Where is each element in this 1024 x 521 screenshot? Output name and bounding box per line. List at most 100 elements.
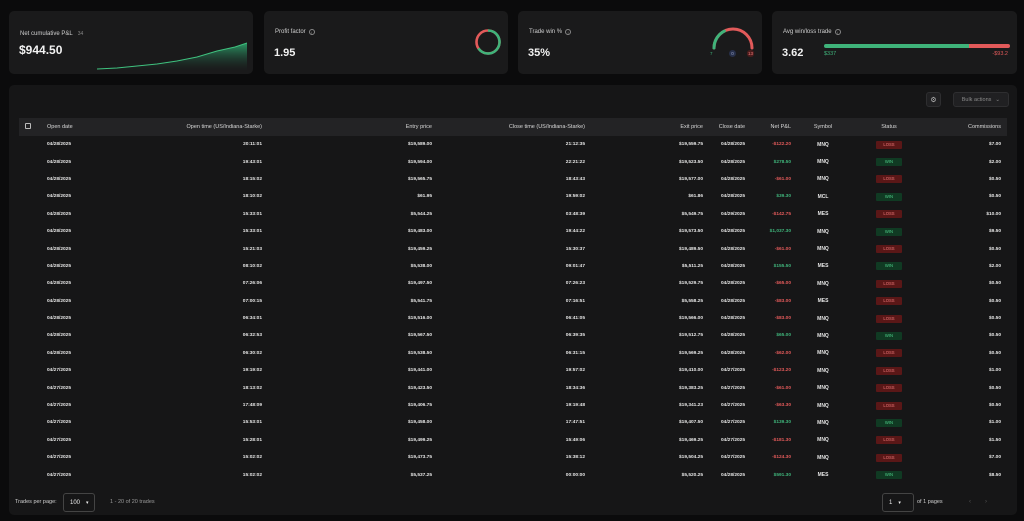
cell-open-date: 04/28/2025 <box>47 211 72 217</box>
cell-net-pnl: -$61.00 <box>774 385 791 391</box>
table-row[interactable]: 04/28/2025 20:11:01 $19,589.00 21:12:35 $19,… <box>19 136 1007 153</box>
column-header-net-pnl[interactable]: Net P&L <box>751 118 797 136</box>
column-header-status[interactable]: Status <box>849 118 929 136</box>
cell-symbol: MNQ <box>817 402 829 409</box>
status-badge: WIN <box>876 227 902 236</box>
table-row[interactable]: 04/28/2025 15:21:03 $19,459.25 15:30:37 $19,… <box>19 240 1007 257</box>
bulk-actions-button[interactable]: Bulk actions ⌄ <box>952 92 1009 107</box>
table-row[interactable]: 04/27/2025 15:02:02 $5,537.25 00:00:00 $5,52… <box>19 466 1007 483</box>
cell-net-pnl: -$181.30 <box>772 437 791 443</box>
table-row[interactable]: 04/27/2025 17:48:09 $19,406.75 19:19:48 $19,… <box>19 397 1007 414</box>
cell-net-pnl: -$122.20 <box>772 142 791 148</box>
cell-status: LOSS <box>849 345 929 362</box>
table-row[interactable]: 04/28/2025 18:15:02 $19,565.75 18:43:43 $19,… <box>19 171 1007 188</box>
row-select-cell <box>19 362 41 379</box>
cell-close-time: 06:31:15 <box>565 350 585 356</box>
cell-symbol: MNQ <box>817 437 829 444</box>
page-select[interactable]: 1 ▾ <box>882 493 914 512</box>
cell-symbol: MNQ <box>817 228 829 235</box>
status-badge: LOSS <box>876 384 902 393</box>
prev-page-icon[interactable]: ‹ <box>969 499 971 505</box>
table-row[interactable]: 04/27/2025 18:13:02 $19,423.50 18:34:36 $19,… <box>19 379 1007 396</box>
profit-factor-label-row: Profit factor i <box>275 29 315 35</box>
net-pnl-label: Net cumulative P&L <box>20 31 73 37</box>
cell-close-time: 18:43:43 <box>565 176 585 182</box>
table-row[interactable]: 04/28/2025 18:10:02 $61.95 19:59:02 $61.86 04… <box>19 188 1007 205</box>
cell-exit-price: $5,558.25 <box>681 298 703 304</box>
cell-open-time: 06:32:53 <box>242 333 262 339</box>
row-select-cell <box>19 153 41 170</box>
column-header-exit-price[interactable]: Exit price <box>591 118 709 136</box>
cell-close-date: 04/28/2025 <box>720 263 745 269</box>
column-header-close-time[interactable]: Close time (US/Indiana-Starke) <box>438 118 591 136</box>
cell-symbol: MNQ <box>817 419 829 426</box>
cell-close-time: 18:34:36 <box>565 385 585 391</box>
cell-symbol: MES <box>817 472 829 479</box>
column-header-symbol[interactable]: Symbol <box>797 118 849 136</box>
cell-status: LOSS <box>849 206 929 223</box>
cell-open-time: 17:48:09 <box>242 403 262 409</box>
chevron-down-icon: ▾ <box>86 499 89 506</box>
table-row[interactable]: 04/27/2025 15:28:01 $19,499.25 15:49:06 $19,… <box>19 432 1007 449</box>
cell-status: LOSS <box>849 275 929 292</box>
cell-close-date: 04/28/2025 <box>720 316 745 322</box>
cell-open-date: 04/27/2025 <box>47 472 72 478</box>
cell-net-pnl: -$65.00 <box>774 281 791 287</box>
cell-status: WIN <box>849 223 929 240</box>
trade-win-label: Trade win % <box>529 29 563 35</box>
table-row[interactable]: 04/28/2025 15:33:01 $5,544.25 03:48:39 $5,54… <box>19 206 1007 223</box>
info-icon[interactable]: i <box>308 29 315 35</box>
table-row[interactable]: 04/28/2025 15:33:01 $19,483.00 19:44:22 $19,… <box>19 223 1007 240</box>
column-header-entry-price[interactable]: Entry price <box>268 118 438 136</box>
cell-close-time: 07:16:51 <box>565 298 585 304</box>
table-row[interactable]: 04/28/2025 06:32:53 $19,567.50 06:39:35 $19,… <box>19 327 1007 344</box>
status-badge: LOSS <box>876 210 902 219</box>
row-select-cell <box>19 258 41 275</box>
cell-commissions: $0.50 <box>988 281 1001 287</box>
profit-factor-card: Profit factor i 1.95 <box>264 11 508 74</box>
table-row[interactable]: 04/28/2025 19:43:01 $19,594.00 22:21:22 $19,… <box>19 153 1007 170</box>
column-header-commissions[interactable]: Commissions <box>929 118 1007 136</box>
column-header-close-date[interactable]: Close date <box>709 118 751 136</box>
table-row[interactable]: 04/28/2025 06:30:02 $19,538.50 06:31:15 $19,… <box>19 345 1007 362</box>
cell-net-pnl: $39.30 <box>776 194 791 200</box>
table-row[interactable]: 04/27/2025 19:19:02 $19,441.00 19:57:02 $19,… <box>19 362 1007 379</box>
table-row[interactable]: 04/27/2025 15:02:02 $19,473.75 15:38:12 $19,… <box>19 449 1007 466</box>
column-header-open-date[interactable]: Open date <box>41 118 111 136</box>
next-page-icon[interactable]: › <box>985 499 987 505</box>
table-row[interactable]: 04/28/2025 06:34:01 $19,516.00 06:41:05 $19,… <box>19 310 1007 327</box>
cell-close-time: 19:59:02 <box>565 194 585 200</box>
cell-close-date: 04/28/2025 <box>720 298 745 304</box>
per-page-select[interactable]: 100 ▾ <box>63 493 95 512</box>
trade-win-value: 35% <box>528 47 551 59</box>
cell-entry-price: $19,538.50 <box>407 350 432 356</box>
table-settings-button[interactable]: ⚙ <box>926 92 941 107</box>
cell-entry-price: $5,538.00 <box>410 263 432 269</box>
avg-win-amount: $337 <box>824 51 837 57</box>
cell-exit-price: $5,549.75 <box>681 211 703 217</box>
table-row[interactable]: 04/28/2025 08:10:02 $5,538.00 09:01:47 $5,51… <box>19 258 1007 275</box>
cell-status: WIN <box>849 188 929 205</box>
table-row[interactable]: 04/28/2025 07:26:06 $19,497.50 07:26:23 $19,… <box>19 275 1007 292</box>
cell-open-time: 08:10:02 <box>242 263 262 269</box>
avg-win-loss-label-row: Avg win/loss trade i <box>783 29 841 35</box>
table-row[interactable]: 04/28/2025 07:00:15 $5,541.75 07:16:51 $5,55… <box>19 293 1007 310</box>
info-icon[interactable]: i <box>565 29 572 35</box>
cell-entry-price: $19,565.75 <box>407 176 432 182</box>
trades-table-body: 04/28/2025 20:11:01 $19,589.00 21:12:35 $19,… <box>19 136 1007 484</box>
cell-close-time: 19:44:22 <box>565 229 585 235</box>
cell-net-pnl: -$63.30 <box>774 403 791 409</box>
cell-close-date: 04/28/2025 <box>720 194 745 200</box>
column-header-open-time[interactable]: Open time (US/Indiana-Starke) <box>111 118 268 136</box>
trades-table: Open date Open time (US/Indiana-Starke) … <box>19 118 1007 484</box>
table-row[interactable]: 04/27/2025 15:53:01 $19,458.00 17:47:51 $19,… <box>19 414 1007 431</box>
cell-close-date: 04/28/2025 <box>720 142 745 148</box>
cell-commissions: $7.00 <box>988 455 1001 461</box>
trade-win-label-row: Trade win % i <box>529 29 572 35</box>
cell-entry-price: $19,594.00 <box>407 159 432 165</box>
cell-net-pnl: -$61.00 <box>774 176 791 182</box>
select-all-checkbox[interactable] <box>25 123 31 129</box>
cell-exit-price: $19,504.25 <box>678 455 703 461</box>
row-select-cell <box>19 136 41 153</box>
info-icon[interactable]: i <box>834 29 841 35</box>
